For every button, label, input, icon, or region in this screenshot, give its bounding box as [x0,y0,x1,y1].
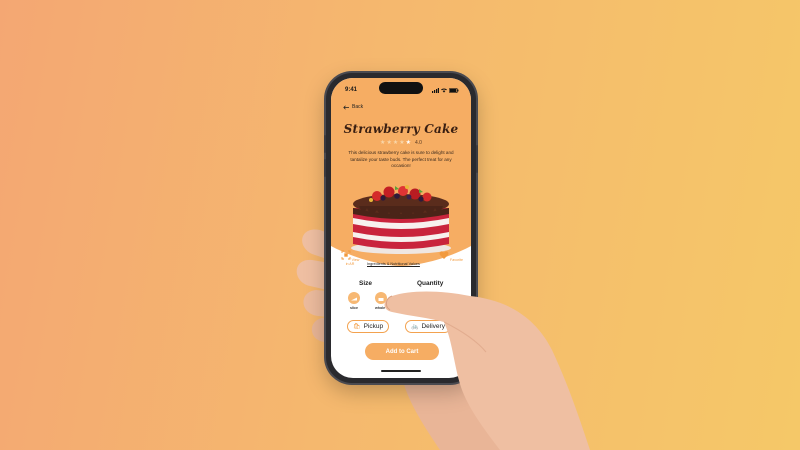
star-icon: ★ [405,140,411,146]
star-icon: ★ [386,140,392,146]
view-ar-button[interactable]: View in AR [339,250,361,266]
cake-image [351,185,451,254]
size-option-whole-label: whole [375,306,386,310]
volume-button [324,135,326,153]
size-label: Size [359,280,373,287]
rating-value: 4.0 [415,140,422,146]
delivery-button[interactable]: 🚲 Delivery [405,320,451,333]
back-arrow-icon [343,105,349,109]
size-option-whole[interactable] [375,292,387,304]
power-button [476,145,478,173]
signal-icon [432,87,439,93]
product-description: This delicious strawberry cake is sure t… [348,150,454,169]
ar-icon [341,250,351,260]
status-time: 9:41 [345,87,358,93]
product-actions: View in AR Ingredients & Nutritional Val… [339,250,463,272]
favorite-label: Favorite [450,258,463,262]
size-option-slice-label: slice [350,306,358,310]
bicycle-icon: 🚲 [411,324,419,330]
status-bar: 9:41 [345,85,459,95]
app-screen: 9:41 Back Strawberry Cake ★ ★ ★ ★ ★ 4.0 … [331,78,471,378]
product-rating: ★ ★ ★ ★ ★ 4.0 [331,140,471,146]
back-button[interactable]: Back [343,104,363,110]
bag-icon: 🛍 [353,324,361,330]
pickup-label: Pickup [363,323,384,330]
back-label: Back [352,104,364,110]
size-option-slice[interactable] [348,292,360,304]
star-icon: ★ [399,140,405,146]
product-title: Strawberry Cake [343,122,459,136]
heart-icon [439,251,449,259]
star-icon: ★ [380,140,386,146]
delivery-label: Delivery [421,323,445,330]
volume-button [324,159,326,177]
phone-frame: 9:41 Back Strawberry Cake ★ ★ ★ ★ ★ 4.0 … [324,73,478,383]
favorite-button[interactable]: Favorite [439,250,463,262]
home-indicator [381,370,421,372]
ingredients-link[interactable]: Ingredients & Nutritional Values [367,262,420,266]
wifi-icon [441,88,447,93]
battery-icon [449,87,459,93]
star-icon: ★ [392,140,399,146]
add-to-cart-button[interactable]: Add to Cart [365,343,439,360]
add-to-cart-label: Add to Cart [385,348,419,355]
quantity-label: Quantity [417,280,444,287]
slice-icon [351,297,357,300]
cake-icon [378,297,384,301]
pickup-button[interactable]: 🛍 Pickup [347,320,390,333]
